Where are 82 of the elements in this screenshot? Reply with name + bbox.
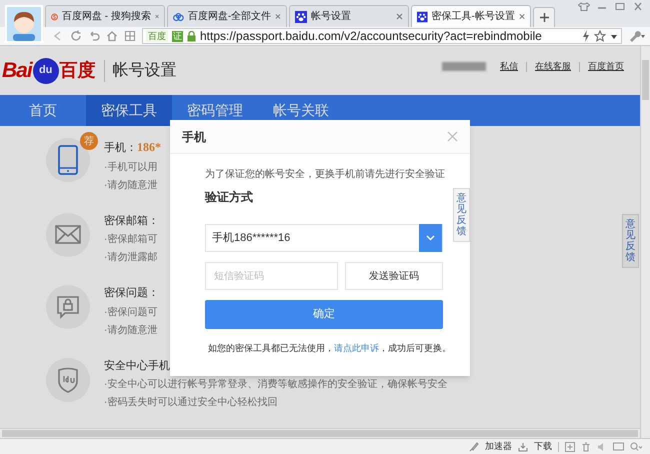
star-icon[interactable] [594, 30, 606, 42]
page-title: 帐号设置 [112, 60, 177, 80]
grid-icon[interactable] [124, 30, 136, 42]
zoom-icon[interactable] [630, 442, 642, 452]
chevron-down-icon [426, 235, 435, 241]
help-note: 如您的密保工具都已无法使用，请点此申诉，成功后可更换。 [208, 342, 451, 355]
avatar[interactable] [5, 5, 43, 43]
maximize-icon[interactable] [614, 2, 626, 11]
wrench-icon[interactable] [628, 30, 646, 42]
horizontal-scrollbar[interactable] [0, 428, 640, 438]
username-blurred [442, 62, 486, 72]
close-icon[interactable] [275, 13, 281, 20]
send-code-button[interactable]: 发送验证码 [345, 262, 443, 290]
vertical-scrollbar[interactable] [640, 46, 650, 438]
paw-icon [417, 10, 428, 22]
appeal-link[interactable]: 请点此申诉 [334, 343, 379, 353]
tab-title: 密保工具-帐号设置 [432, 10, 515, 24]
feedback-tab[interactable]: 意见反馈 [453, 188, 470, 242]
shirt-icon[interactable] [578, 2, 590, 11]
tab-title: 百度网盘-全部文件 [188, 10, 272, 24]
accelerator-label[interactable]: 加速器 [485, 440, 512, 454]
browser-tab[interactable]: 百度网盘 - 搜狗搜索 [45, 5, 165, 27]
code-input[interactable]: 短信验证码 [205, 262, 338, 290]
lightning-icon[interactable] [582, 30, 590, 42]
item-title: 密保邮箱： [104, 214, 159, 226]
item-description: ·密码丢失时可以通过安全中心轻松找回 [104, 396, 278, 410]
refresh-icon[interactable] [70, 30, 82, 42]
trash-icon[interactable] [581, 442, 591, 452]
lock-icon [187, 30, 196, 42]
lock-icon [56, 295, 80, 319]
item-description: ·请勿随意泄 [104, 324, 158, 338]
url-text: https://passport.baidu.com/v2/accountsecurity?act=rebindmobile [200, 29, 543, 43]
nav-tab[interactable]: 密保工具 [86, 95, 172, 126]
confirm-button[interactable]: 确定 [205, 300, 443, 329]
nav-tab[interactable]: 首页 [0, 95, 86, 126]
section-label: 验证方式 [205, 189, 254, 206]
browser-tab[interactable]: 帐号设置 [289, 5, 409, 27]
browser-tab[interactable]: 百度网盘-全部文件 [167, 5, 287, 27]
cloud-icon [173, 12, 184, 22]
header-link[interactable]: 私信 [500, 60, 518, 74]
new-tab-button[interactable] [533, 7, 555, 27]
header-link[interactable]: 在线客服 [535, 60, 571, 74]
header-link[interactable]: 百度首页 [588, 60, 624, 74]
verified-badge: 证 [172, 30, 183, 42]
feedback-tab[interactable]: 意见反馈 [622, 214, 639, 268]
item-description: ·请勿泄露邮 [104, 250, 158, 265]
item-description: ·安全中心可以进行帐号异常登录、消费等敏感操作的安全验证，确保帐号安全 [104, 378, 448, 392]
browser-tab[interactable]: 密保工具-帐号设置 [411, 5, 531, 27]
item-description: ·请勿随意泄 [104, 178, 158, 192]
baidu-logo: Bai du 百度 [2, 56, 96, 86]
search-engine-icon [51, 10, 58, 22]
monitor-icon[interactable] [613, 442, 624, 452]
dialog-description: 为了保证您的帐号安全，更换手机前请先进行安全验证 [205, 168, 443, 182]
plus-square-icon[interactable] [565, 442, 575, 452]
close-icon[interactable] [518, 13, 525, 20]
recommend-badge: 荐 [80, 132, 98, 150]
dialog-title: 手机 [182, 128, 206, 146]
item-title: 密保问题： [104, 287, 159, 299]
close-icon[interactable] [154, 13, 159, 20]
download-label[interactable]: 下载 [534, 440, 552, 454]
site-badge: 百度 [146, 30, 168, 42]
item-description: ·密保问题可 [104, 306, 158, 320]
item-value: 186* [137, 140, 161, 154]
home-icon[interactable] [106, 30, 118, 42]
item-title: 手机： [104, 142, 137, 154]
item-description: ·密保邮箱可 [104, 232, 158, 247]
address-field[interactable]: 百度 证 https://passport.baidu.com/v2/accountsecurity?act=rebindmobile [142, 28, 622, 44]
item-title: 安全中心手机 [104, 360, 170, 372]
plus-icon [540, 13, 548, 22]
item-description: ·手机可以用 [104, 160, 158, 174]
close-icon[interactable] [632, 2, 644, 11]
tab-title: 帐号设置 [311, 10, 352, 24]
method-select[interactable]: 手机186******16 [205, 224, 443, 252]
download-icon[interactable] [518, 442, 528, 452]
envelope-icon [55, 225, 81, 244]
close-icon[interactable] [396, 13, 403, 20]
shield-icon [57, 366, 79, 392]
undo-icon[interactable] [88, 30, 100, 42]
tab-title: 百度网盘 - 搜狗搜索 [62, 10, 151, 24]
phone-icon [58, 145, 78, 175]
paw-icon [295, 10, 307, 22]
close-icon[interactable] [447, 131, 458, 142]
